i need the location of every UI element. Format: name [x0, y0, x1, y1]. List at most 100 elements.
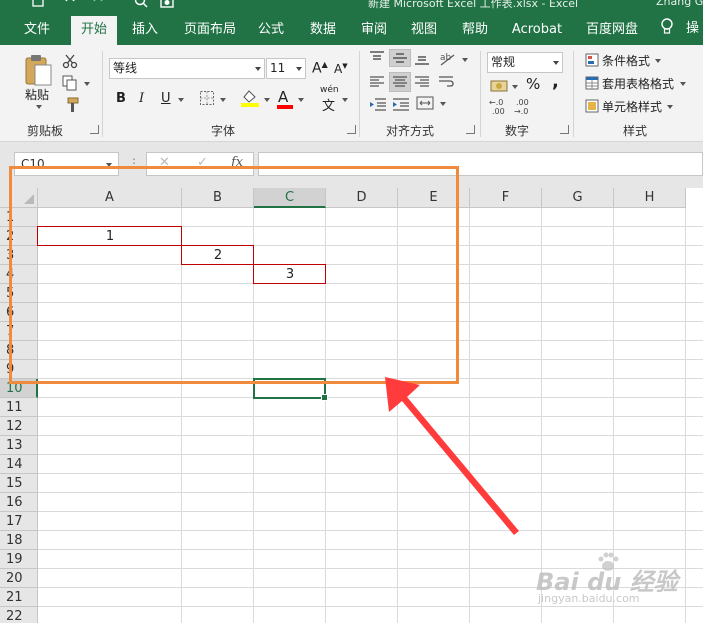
tab-acrobat[interactable]: Acrobat	[506, 16, 568, 45]
increase-font-button[interactable]: A▲	[312, 60, 328, 77]
row-header-2[interactable]: 2	[0, 227, 38, 246]
increase-indent-icon[interactable]	[392, 97, 410, 111]
tab-review[interactable]: 审阅	[353, 16, 395, 45]
tab-view[interactable]: 视图	[403, 16, 445, 45]
tab-formulas[interactable]: 公式	[250, 16, 292, 45]
cell-styles-dropdown-icon[interactable]	[667, 105, 673, 109]
cell-styles-button[interactable]: 单元格样式	[602, 98, 662, 115]
font-size-combo[interactable]: 11	[266, 58, 306, 79]
cut-icon[interactable]	[62, 53, 78, 69]
borders-dropdown-icon[interactable]	[220, 98, 226, 102]
select-all-button[interactable]	[0, 188, 38, 208]
paste-dropdown-icon[interactable]	[36, 105, 42, 109]
row-header-19[interactable]: 19	[0, 550, 38, 569]
chevron-down-icon[interactable]	[293, 59, 305, 78]
chevron-down-icon[interactable]	[252, 59, 264, 78]
column-header-a[interactable]: A	[38, 188, 182, 208]
tab-help[interactable]: 帮助	[454, 16, 496, 45]
row-header-14[interactable]: 14	[0, 455, 38, 474]
row-header-6[interactable]: 6	[0, 303, 38, 322]
phonetic-button[interactable]: 文	[322, 95, 335, 114]
wrap-text-icon[interactable]	[438, 75, 454, 89]
row-header-13[interactable]: 13	[0, 436, 38, 455]
conditional-formatting-icon[interactable]	[585, 53, 599, 67]
underline-button[interactable]: U	[161, 91, 171, 106]
conditional-formatting-button[interactable]: 条件格式	[602, 52, 650, 69]
merge-dropdown-icon[interactable]	[440, 102, 446, 106]
alignment-launcher-icon[interactable]	[466, 125, 475, 134]
active-cell[interactable]	[253, 378, 328, 401]
column-header-c[interactable]: C	[254, 188, 326, 208]
undo-icon[interactable]	[64, 0, 76, 7]
insert-function-icon[interactable]: fx	[231, 155, 243, 170]
chevron-down-icon[interactable]	[550, 53, 562, 72]
chevron-down-icon[interactable]	[106, 163, 112, 167]
tab-page-layout[interactable]: 页面布局	[178, 16, 242, 45]
cell-b3[interactable]: 2	[182, 246, 254, 265]
tab-data[interactable]: 数据	[302, 16, 344, 45]
row-header-10[interactable]: 10	[0, 379, 38, 398]
align-bottom-icon[interactable]	[414, 51, 430, 65]
copy-dropdown-icon[interactable]	[84, 82, 90, 86]
clipboard-launcher-icon[interactable]	[90, 125, 99, 134]
row-header-3[interactable]: 3	[0, 246, 38, 265]
row-header-7[interactable]: 7	[0, 322, 38, 341]
row-header-5[interactable]: 5	[0, 284, 38, 303]
tab-insert[interactable]: 插入	[124, 16, 166, 45]
column-header-f[interactable]: F	[470, 188, 542, 208]
enter-icon[interactable]: ✓	[197, 155, 208, 170]
cell-styles-icon[interactable]	[585, 99, 599, 113]
borders-icon[interactable]	[199, 90, 215, 106]
user-name[interactable]: Zhang G	[656, 0, 703, 8]
currency-dropdown-icon[interactable]	[512, 85, 518, 89]
formula-input[interactable]	[258, 152, 703, 176]
orientation-dropdown-icon[interactable]	[462, 58, 468, 62]
fill-color-icon[interactable]	[240, 88, 260, 108]
name-box[interactable]: C10	[14, 152, 119, 176]
phonetic-dropdown-icon[interactable]	[342, 98, 348, 102]
underline-dropdown-icon[interactable]	[178, 98, 184, 102]
print-preview-icon[interactable]	[134, 0, 148, 8]
column-header-g[interactable]: G	[542, 188, 614, 208]
row-header-11[interactable]: 11	[0, 398, 38, 417]
paste-button[interactable]: 粘贴	[25, 86, 49, 103]
copy-icon[interactable]	[62, 75, 78, 91]
font-color-dropdown-icon[interactable]	[298, 98, 304, 102]
format-as-table-icon[interactable]	[585, 76, 599, 90]
worksheet-grid[interactable]: A B C D E F G H 1 2 3 4 5 6 7 8 9 10 11 12 13 14 15 16 17 18 19 20 2…	[0, 188, 703, 623]
font-name-combo[interactable]: 等线	[109, 58, 265, 79]
column-header-e[interactable]: E	[398, 188, 470, 208]
column-header-b[interactable]: B	[182, 188, 254, 208]
row-header-4[interactable]: 4	[0, 265, 38, 284]
lightbulb-icon[interactable]	[660, 17, 674, 37]
save-icon[interactable]	[32, 0, 44, 7]
align-center-icon[interactable]	[392, 75, 408, 89]
format-as-table-button[interactable]: 套用表格格式	[602, 75, 674, 92]
format-painter-icon[interactable]	[62, 97, 80, 113]
font-launcher-icon[interactable]	[347, 125, 356, 134]
row-header-20[interactable]: 20	[0, 569, 38, 588]
redo-icon[interactable]	[92, 0, 104, 7]
percent-button[interactable]: %	[526, 75, 540, 93]
conditional-dropdown-icon[interactable]	[655, 59, 661, 63]
row-header-22[interactable]: 22	[0, 607, 38, 623]
align-right-icon[interactable]	[414, 75, 430, 89]
row-header-8[interactable]: 8	[0, 341, 38, 360]
align-middle-icon[interactable]	[392, 51, 408, 65]
camera-icon[interactable]	[160, 0, 174, 9]
orientation-icon[interactable]: ab	[438, 51, 458, 67]
cell-c4[interactable]: 3	[254, 265, 326, 284]
cell-a2[interactable]: 1	[38, 227, 182, 246]
row-header-21[interactable]: 21	[0, 588, 38, 607]
tell-me-search[interactable]: 操	[686, 12, 699, 41]
row-header-16[interactable]: 16	[0, 493, 38, 512]
row-header-15[interactable]: 15	[0, 474, 38, 493]
cancel-icon[interactable]: ✕	[159, 155, 170, 170]
increase-decimal-icon[interactable]: ←.0.00	[489, 97, 511, 115]
row-header-1[interactable]: 1	[0, 208, 38, 227]
row-header-18[interactable]: 18	[0, 531, 38, 550]
number-format-combo[interactable]: 常规	[487, 52, 563, 73]
tab-file[interactable]: 文件	[17, 16, 57, 45]
currency-icon[interactable]	[490, 77, 508, 95]
font-color-button[interactable]: A	[278, 88, 288, 106]
